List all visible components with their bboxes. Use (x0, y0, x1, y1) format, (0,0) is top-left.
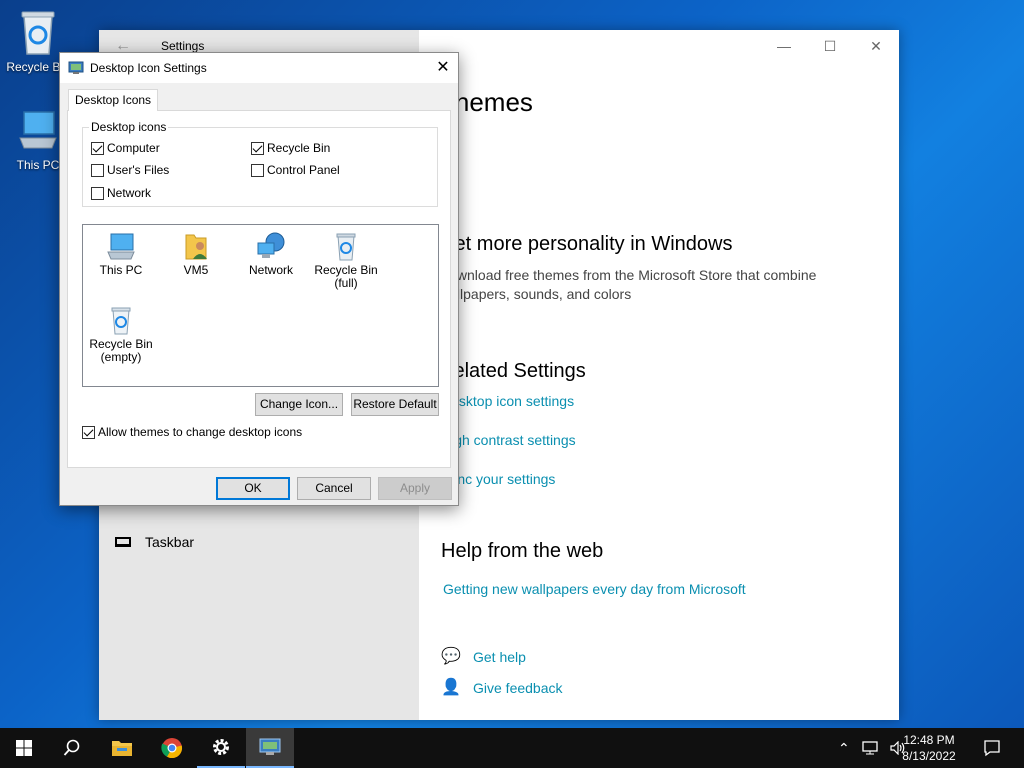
link-desktop-icon-settings[interactable]: Desktop icon settings (441, 393, 574, 409)
desktop-icon-list[interactable]: This PC VM5 Network Recycle Bin (full) R… (82, 224, 439, 387)
checkbox-computer[interactable]: Computer (91, 141, 160, 155)
dialog-title: Desktop Icon Settings (90, 61, 207, 75)
personality-description: Download free themes from the Microsoft … (439, 267, 817, 302)
recycle-bin-icon (21, 11, 55, 55)
checkbox-users-files[interactable]: User's Files (91, 163, 169, 177)
list-item[interactable]: Network (233, 231, 309, 277)
notification-center-button[interactable] (968, 728, 1016, 768)
taskbar: ⌃ 12:48 PM 8/13/2022 (0, 728, 1024, 768)
feedback-person-icon: 👤 (441, 679, 461, 696)
clock[interactable]: 12:48 PM 8/13/2022 (894, 732, 964, 764)
network-status-icon[interactable] (862, 741, 878, 755)
give-feedback-link[interactable]: 👤 Give feedback (441, 679, 563, 697)
list-item-label: Network (248, 263, 293, 277)
search-icon (63, 739, 80, 756)
checkbox-label: User's Files (107, 163, 170, 177)
link-new-wallpapers[interactable]: Getting new wallpapers every day from Mi… (443, 581, 746, 597)
list-item[interactable]: This PC (83, 231, 159, 277)
taskbar-settings[interactable] (197, 728, 245, 768)
list-item-label: VM5 (183, 263, 209, 277)
chevron-up-icon[interactable]: ⌃ (838, 740, 850, 757)
desktop-icon-settings-dialog: Desktop Icon Settings ✕ Desktop Icons De… (59, 52, 459, 506)
list-item-label: This PC (99, 263, 143, 277)
link-high-contrast-settings[interactable]: High contrast settings (441, 432, 576, 448)
file-explorer-icon (112, 741, 132, 756)
list-item[interactable]: VM5 (158, 231, 234, 277)
list-item[interactable]: Recycle Bin (empty) (83, 305, 159, 364)
list-item[interactable]: Recycle Bin (full) (308, 231, 384, 290)
clock-time: 12:48 PM (903, 733, 955, 747)
ok-button[interactable]: OK (216, 477, 290, 500)
taskbar-file-explorer[interactable] (98, 728, 146, 768)
taskbar-chrome[interactable] (148, 728, 196, 768)
windows-logo-icon (16, 740, 32, 756)
tab-desktop-icons[interactable]: Desktop Icons (68, 89, 159, 111)
this-pc-icon (107, 233, 135, 260)
desktop-icons-group: Desktop icons Computer Recycle Bin User'… (82, 120, 438, 207)
settings-window-title: Settings (161, 39, 205, 53)
this-pc-icon (19, 111, 57, 149)
checkbox-label: Allow themes to change desktop icons (98, 425, 303, 439)
help-web-heading: Help from the web (441, 540, 604, 562)
help-chat-icon: 💬 (441, 648, 461, 665)
dialog-close-button[interactable]: ✕ (428, 53, 458, 83)
checkbox-recycle-bin[interactable]: Recycle Bin (251, 141, 330, 155)
notification-icon (984, 740, 1000, 757)
get-help-label: Get help (473, 649, 526, 665)
settings-content: Themes Get more personality in Windows D… (419, 30, 899, 720)
cancel-button[interactable]: Cancel (297, 477, 371, 500)
desktop-settings-app-icon (68, 61, 84, 74)
checkbox-control-panel[interactable]: Control Panel (251, 163, 340, 177)
checkbox-label: Computer (107, 141, 160, 155)
checkbox-box[interactable] (91, 141, 104, 155)
list-item-label: Recycle Bin (full) (314, 263, 378, 290)
group-label: Desktop icons (89, 120, 169, 134)
taskbar-icon (115, 537, 131, 547)
dialog-titlebar[interactable]: Desktop Icon Settings ✕ (60, 53, 458, 83)
checkbox-network[interactable]: Network (91, 186, 151, 200)
apply-button[interactable]: Apply (378, 477, 452, 500)
checkbox-label: Control Panel (267, 163, 340, 177)
start-button[interactable] (0, 728, 48, 768)
checkbox-box[interactable] (82, 425, 95, 439)
give-feedback-label: Give feedback (473, 680, 563, 696)
chrome-icon (161, 738, 183, 759)
recycle-bin-full-icon (336, 233, 356, 261)
restore-default-button[interactable]: Restore Default (351, 393, 439, 416)
nav-item-taskbar[interactable]: Taskbar (115, 534, 194, 550)
nav-item-label: Taskbar (145, 534, 195, 550)
desktop-icon-label: This PC (16, 158, 60, 172)
change-icon-button[interactable]: Change Icon... (255, 393, 343, 416)
checkbox-box[interactable] (91, 163, 104, 177)
checkbox-box[interactable] (251, 141, 264, 155)
checkbox-label: Recycle Bin (267, 141, 331, 155)
get-help-link[interactable]: 💬 Get help (441, 648, 526, 666)
clock-date: 8/13/2022 (902, 749, 956, 763)
checkbox-label: Network (107, 186, 152, 200)
checkbox-box[interactable] (91, 186, 104, 200)
desktop-settings-app-icon (259, 738, 281, 755)
search-button[interactable] (48, 728, 96, 768)
personality-heading: Get more personality in Windows (439, 233, 733, 255)
user-folder-icon (185, 234, 207, 260)
recycle-bin-empty-icon (111, 307, 131, 335)
gear-icon (213, 739, 229, 755)
related-settings-heading: Related Settings (439, 360, 586, 382)
tab-panel: Desktop icons Computer Recycle Bin User'… (67, 110, 451, 468)
checkbox-box[interactable] (251, 163, 264, 177)
network-icon (257, 232, 285, 258)
taskbar-desktop-icon-settings[interactable] (246, 728, 294, 768)
checkbox-allow-themes[interactable]: Allow themes to change desktop icons (82, 425, 302, 439)
list-item-label: Recycle Bin (empty) (89, 337, 153, 364)
